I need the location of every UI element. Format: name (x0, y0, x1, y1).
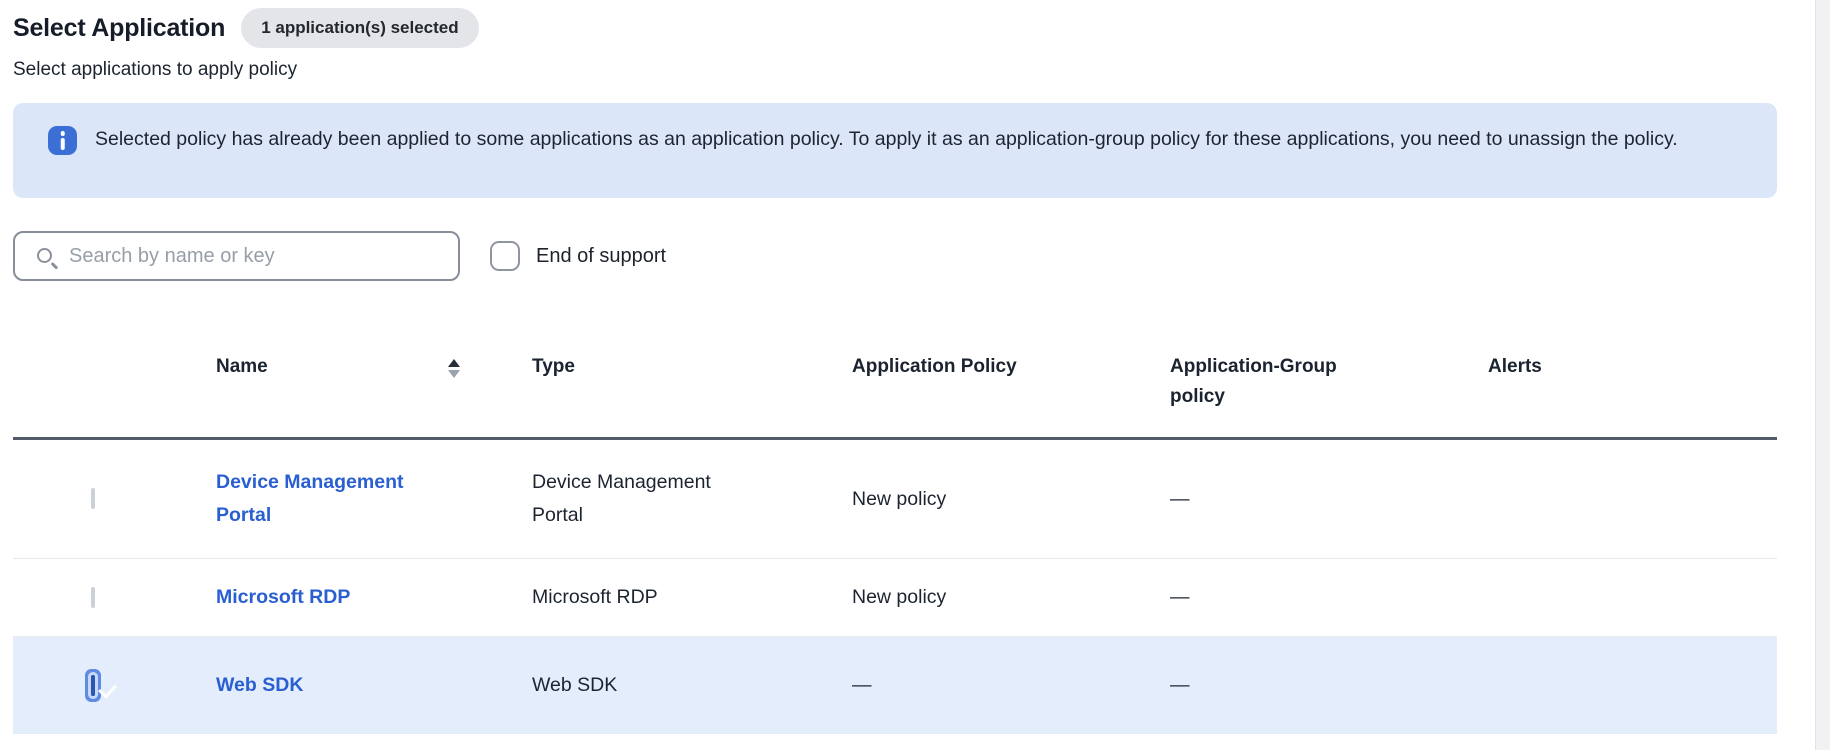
column-header-application-policy: Application Policy (852, 356, 1017, 377)
search-icon (37, 248, 52, 263)
application-group-policy-value: — (1170, 487, 1190, 510)
table-header-row: Name Type Application Policy Application… (13, 340, 1777, 437)
row-checkbox[interactable] (91, 586, 95, 608)
application-policy-value: New policy (852, 487, 947, 510)
column-header-name[interactable]: Name (216, 352, 532, 382)
search-box (13, 231, 460, 281)
select-application-page: Select Application 1 application(s) sele… (0, 0, 1830, 750)
end-of-support-label: End of support (536, 244, 667, 267)
app-type: Device Management Portal (532, 471, 711, 526)
info-icon (48, 126, 77, 155)
table-row: Device Management Portal Device Manageme… (13, 440, 1777, 559)
sort-icon[interactable] (447, 359, 460, 378)
app-name-link[interactable]: Web SDK (216, 669, 303, 702)
info-banner-text: Selected policy has already been applied… (95, 128, 1678, 150)
sort-desc-icon (447, 370, 460, 378)
page-subtitle: Select applications to apply policy (13, 59, 298, 80)
end-of-support-filter: End of support (490, 231, 666, 281)
info-banner: Selected policy has already been applied… (13, 103, 1777, 198)
app-name-link[interactable]: Device Management Portal (216, 466, 451, 532)
table-row: Microsoft RDP Microsoft RDP New policy — (13, 559, 1777, 637)
selected-count-badge: 1 application(s) selected (241, 8, 479, 48)
table-row-selected: Web SDK Web SDK — — (13, 637, 1777, 734)
column-header-type: Type (532, 356, 575, 377)
app-type: Microsoft RDP (532, 586, 658, 608)
sort-asc-icon (447, 359, 460, 367)
search-input[interactable] (69, 233, 449, 279)
application-group-policy-value: — (1170, 674, 1190, 696)
column-header-alerts: Alerts (1488, 356, 1542, 377)
page-header: Select Application 1 application(s) sele… (13, 8, 479, 48)
application-group-policy-value: — (1170, 586, 1190, 608)
applications-table: Name Type Application Policy Application… (13, 340, 1777, 734)
row-checkbox[interactable] (91, 488, 95, 509)
scrollbar[interactable] (1815, 0, 1830, 750)
app-name-link[interactable]: Microsoft RDP (216, 581, 350, 614)
app-type: Web SDK (532, 674, 618, 696)
application-policy-value: — (852, 674, 872, 696)
column-header-application-group-policy: Application-Group policy (1170, 356, 1337, 407)
application-policy-value: New policy (852, 586, 947, 608)
page-title: Select Application (13, 14, 226, 42)
row-checkbox[interactable] (91, 674, 95, 696)
end-of-support-checkbox[interactable] (490, 241, 520, 271)
